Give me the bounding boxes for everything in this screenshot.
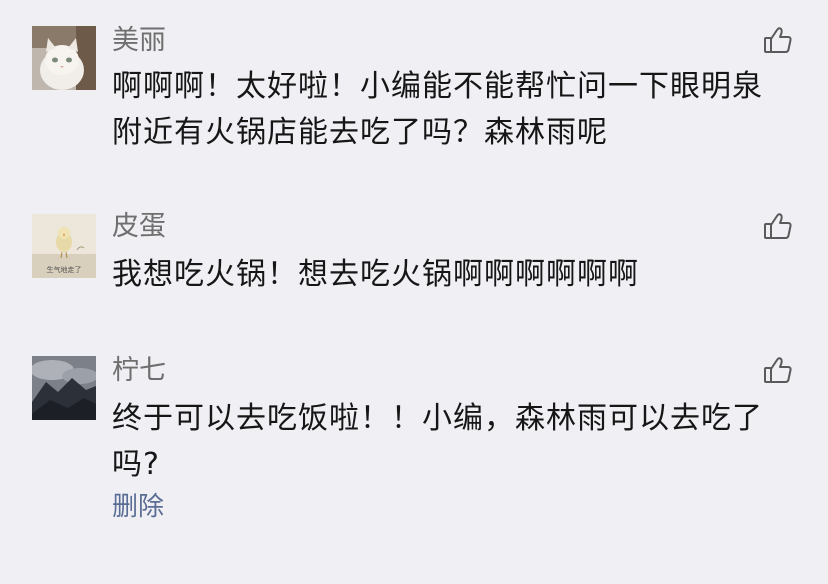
thumbs-up-icon[interactable] [762,354,794,386]
comment-nickname: 柠七 [112,355,166,386]
avatar-caption: 生气地走了 [47,265,82,274]
comment-text: 啊啊啊！太好啦！小编能不能帮忙问一下眼明泉附近有火锅店能去吃了吗？森林雨呢 [112,69,763,150]
comment-item: 柠七 终于可以去吃饭啦！！小编，森林雨可以去吃了吗? 删除 [0,330,828,584]
thumbs-up-icon[interactable] [762,24,794,56]
avatar[interactable] [32,356,96,420]
delete-button[interactable]: 删除 [112,490,164,524]
avatar[interactable]: 生气地走了 [32,214,96,278]
comment-nickname: 皮蛋 [112,211,166,242]
comment-item: 美丽 啊啊啊！太好啦！小编能不能帮忙问一下眼明泉附近有火锅店能去吃了吗？森林雨呢 [0,0,828,190]
comment-nickname: 美丽 [112,25,166,56]
avatar[interactable] [32,26,96,90]
comment-text: 终于可以去吃饭啦！！小编，森林雨可以去吃了吗? [112,401,763,482]
thumbs-up-icon[interactable] [762,210,794,242]
comment-list: 美丽 啊啊啊！太好啦！小编能不能帮忙问一下眼明泉附近有火锅店能去吃了吗？森林雨呢… [0,0,828,584]
comment-item: 生气地走了 皮蛋 我想吃火锅！想去吃火锅啊啊啊啊啊啊 [0,190,828,330]
comment-text: 我想吃火锅！想去吃火锅啊啊啊啊啊啊 [112,257,639,292]
